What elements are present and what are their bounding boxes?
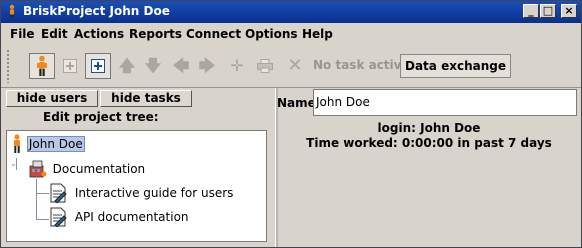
move-all-button[interactable]: ✛ <box>225 53 249 79</box>
move-down-button[interactable]: 🡇 <box>141 53 165 79</box>
tree-node-doc[interactable]: API documentation <box>49 207 189 228</box>
menu-edit[interactable]: Edit <box>41 27 68 41</box>
menu-help[interactable]: Help <box>302 27 333 41</box>
menu-options[interactable]: Options <box>245 27 298 41</box>
user-icon <box>14 134 20 153</box>
move-right-button[interactable]: 🡆 <box>195 53 219 79</box>
maximize-icon: □ <box>542 4 554 17</box>
tree-node-label: Documentation <box>52 161 146 176</box>
move-left-button[interactable]: 🡄 <box>169 53 193 79</box>
document-icon <box>50 207 67 228</box>
tree-node-label: John Doe <box>26 135 85 152</box>
down-arrow-icon: 🡇 <box>144 56 162 75</box>
tree-connector <box>36 193 49 194</box>
app-window: BriskProject John Doe _ □ × File Edit Ac… <box>0 0 582 248</box>
left-panel: hide users hide tasks Edit project tree:… <box>1 88 275 247</box>
login-info: login: John Doe <box>377 121 481 135</box>
collapse-toggle-icon[interactable]: ˘ <box>11 164 25 175</box>
right-arrow-icon: 🡆 <box>198 56 216 75</box>
time-worked-info: Time worked: 0:00:00 in past 7 days <box>306 136 552 150</box>
close-icon: × <box>564 4 574 17</box>
move-icon: ✛ <box>230 56 244 75</box>
user-icon <box>37 55 47 76</box>
toolbar: 🡅 🡇 🡄 🡆 ✛ ✕ No task active Data exchange <box>1 45 581 88</box>
menu-actions[interactable]: Actions <box>74 27 124 41</box>
menu-bar: File Edit Actions Reports Connect Option… <box>1 24 581 44</box>
tree-connector <box>36 219 49 220</box>
title-bar[interactable]: BriskProject John Doe _ □ × <box>1 1 581 23</box>
close-button[interactable]: × <box>561 4 577 18</box>
document-icon <box>50 183 67 204</box>
window-title: BriskProject John Doe <box>23 4 170 18</box>
delete-button[interactable]: ✕ <box>283 53 307 79</box>
tree-node-user[interactable]: John Doe <box>11 134 85 154</box>
tree-node-folder[interactable]: ˘ Documentation <box>11 160 145 178</box>
app-person-icon <box>9 4 15 18</box>
minimize-icon: _ <box>528 4 534 17</box>
menu-file[interactable]: File <box>10 27 35 41</box>
tree-node-doc[interactable]: Interactive guide for users <box>49 183 234 204</box>
tree-node-label: API documentation <box>74 209 189 224</box>
print-button[interactable] <box>253 53 277 79</box>
tree-label: Edit project tree: <box>43 110 159 124</box>
delete-icon: ✕ <box>287 55 303 76</box>
name-field[interactable]: John Doe <box>313 89 577 116</box>
hide-users-button[interactable]: hide users <box>6 90 98 107</box>
project-folder-icon <box>29 160 47 178</box>
project-tree[interactable]: John Doe ˘ Documentation Interactive gui… <box>6 130 267 242</box>
user-mode-button[interactable] <box>29 53 55 79</box>
up-arrow-icon: 🡅 <box>118 56 136 75</box>
left-arrow-icon: 🡄 <box>172 56 190 75</box>
hide-tasks-button[interactable]: hide tasks <box>100 90 192 107</box>
add-icon <box>91 59 105 73</box>
maximize-button[interactable]: □ <box>540 4 556 18</box>
task-status-button[interactable]: No task active <box>309 54 414 78</box>
tree-node-label: Interactive guide for users <box>74 185 234 200</box>
toolbar-grip[interactable] <box>6 49 10 83</box>
add-disabled-button[interactable] <box>58 53 82 79</box>
tree-connector <box>36 179 37 219</box>
menu-reports[interactable]: Reports <box>129 27 182 41</box>
menu-connect[interactable]: Connect <box>186 27 241 41</box>
right-panel: Name: John Doe login: John Doe Time work… <box>277 88 581 247</box>
move-up-button[interactable]: 🡅 <box>115 53 139 79</box>
minimize-button[interactable]: _ <box>523 4 539 18</box>
data-exchange-button[interactable]: Data exchange <box>400 54 511 78</box>
add-button[interactable] <box>85 53 111 79</box>
add-disabled-icon <box>63 59 77 73</box>
print-icon <box>257 59 273 73</box>
